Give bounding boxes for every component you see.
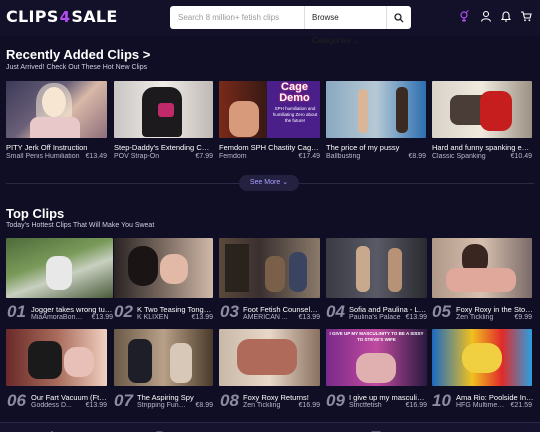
clip-category-link[interactable]: Stripping Fun & ... bbox=[137, 402, 187, 409]
rank-number: 02 bbox=[114, 302, 133, 321]
clip-category-link[interactable]: MiaAmoraBondage bbox=[31, 314, 85, 321]
chevron-down-icon: ⌄ bbox=[282, 179, 289, 186]
clip-price: €13.99 bbox=[405, 314, 427, 321]
clip-title-link[interactable]: The Aspiring Spy bbox=[137, 393, 213, 402]
search-button[interactable] bbox=[386, 6, 411, 29]
rank-number: 08 bbox=[220, 391, 239, 410]
search-input[interactable]: Search 8 million+ fetish clips bbox=[178, 6, 279, 29]
clip-title-link[interactable]: Foxy Roxy Returns! bbox=[243, 393, 320, 402]
clip-price: €13.99 bbox=[85, 402, 107, 409]
see-more-button[interactable]: See More ⌄ bbox=[239, 175, 299, 191]
clip-category-link[interactable]: AMERICAN ... bbox=[243, 314, 291, 321]
rank-number: 05 bbox=[432, 302, 451, 321]
clip-price: €8.99 bbox=[195, 402, 213, 409]
clip-title-link[interactable]: Foot Fetish Counselor... bbox=[243, 305, 320, 314]
thumbnail-overlay-title: Cage Demo bbox=[279, 81, 310, 104]
grid-icon[interactable] bbox=[370, 425, 382, 432]
search-icon[interactable] bbox=[262, 425, 274, 432]
clip-category-link[interactable]: POV Strap-On bbox=[114, 153, 186, 160]
clip-price: €13.99 bbox=[298, 314, 320, 321]
clip-price: €13.99 bbox=[191, 314, 213, 321]
clip-category-link[interactable]: Small Penis Humiliation bbox=[6, 153, 80, 160]
clip-price: €16.99 bbox=[405, 402, 427, 409]
clip-thumbnail[interactable] bbox=[432, 329, 532, 386]
clip-title-link[interactable]: I give up my masculini... bbox=[349, 393, 427, 402]
clip-thumbnail[interactable] bbox=[432, 81, 532, 138]
clip-category-link[interactable]: Ballbusting bbox=[326, 153, 398, 160]
clip-price: €16.99 bbox=[298, 402, 320, 409]
clip-category-link[interactable]: Classic Spanking bbox=[432, 153, 504, 160]
clip-title-link[interactable]: Sofia and Paulina - Le... bbox=[349, 305, 427, 314]
clip-title-link[interactable]: Our Fart Vacuum (Ft ... bbox=[31, 393, 107, 402]
home-icon[interactable] bbox=[46, 425, 58, 432]
rank-number: 07 bbox=[114, 391, 133, 410]
clip-price: €9.99 bbox=[514, 314, 532, 321]
clip-title-link[interactable]: Foxy Roxy in the Stocks bbox=[456, 305, 534, 314]
gender-icon[interactable] bbox=[457, 9, 471, 23]
top-header: CLIPS4SALE Search 8 million+ fetish clip… bbox=[0, 0, 540, 45]
menu-icon[interactable] bbox=[478, 425, 490, 432]
rank-number: 01 bbox=[7, 302, 26, 321]
clip-category-link[interactable]: Goddess D... bbox=[31, 402, 79, 409]
clip-thumbnail[interactable] bbox=[326, 81, 426, 138]
clip-category-link[interactable]: Zen Tickling bbox=[456, 314, 506, 321]
cart-icon[interactable] bbox=[519, 9, 533, 23]
clip-thumbnail[interactable] bbox=[114, 238, 213, 298]
rank-number: 10 bbox=[432, 391, 451, 410]
clip-thumbnail[interactable] bbox=[219, 238, 320, 298]
clip-price: €21.59 bbox=[510, 402, 532, 409]
clip-title-link[interactable]: K Two Teasing Tongue... bbox=[137, 305, 213, 314]
recently-added-heading[interactable]: Recently Added Clips > bbox=[6, 47, 150, 62]
clip-price: €13.49 bbox=[85, 153, 107, 160]
clip-title-link[interactable]: PITY Jerk Off Instruction bbox=[6, 143, 106, 152]
clip-category-link[interactable]: Strictfetish bbox=[349, 402, 399, 409]
clip-title-link[interactable]: Step-Daddy's Extending Cock ... bbox=[114, 143, 213, 152]
chevron-down-icon: ⌄ bbox=[352, 38, 359, 45]
thumbnail-overlay-text: SPH humiliation and humiliating Zero abo… bbox=[272, 106, 318, 123]
rank-number: 09 bbox=[326, 391, 345, 410]
search-icon bbox=[394, 12, 404, 22]
clip-category-link[interactable]: K KLIXEN bbox=[137, 314, 185, 321]
clip-thumbnail[interactable] bbox=[114, 81, 213, 138]
site-logo[interactable]: CLIPS4SALE bbox=[6, 7, 118, 27]
clip-thumbnail[interactable] bbox=[326, 238, 427, 298]
user-icon[interactable] bbox=[479, 9, 493, 23]
clip-thumbnail[interactable] bbox=[432, 238, 532, 298]
search-bar: Search 8 million+ fetish clips Browse Ca… bbox=[170, 6, 411, 45]
clip-thumbnail[interactable] bbox=[6, 329, 107, 386]
clip-price: €17.49 bbox=[298, 153, 320, 160]
clip-price: €10.49 bbox=[510, 153, 532, 160]
rank-number: 03 bbox=[220, 302, 239, 321]
tag-icon[interactable] bbox=[155, 425, 167, 432]
clip-price: €8.99 bbox=[408, 153, 426, 160]
bottom-nav bbox=[0, 422, 540, 432]
clip-title-link[interactable]: Femdom SPH Chastity Cage ... bbox=[219, 143, 320, 152]
clip-category-link[interactable]: Zen Tickling bbox=[243, 402, 291, 409]
thumbnail-overlay-text: I GIVE UP MY MASCULINITY TO BE A SISSY T… bbox=[329, 331, 424, 342]
clip-title-link[interactable]: Hard and funny spanking eac... bbox=[432, 143, 532, 152]
clip-thumbnail[interactable] bbox=[6, 81, 107, 138]
recently-added-subtitle: Just Arrived! Check Out These Hot New Cl… bbox=[6, 64, 148, 71]
rank-number: 06 bbox=[7, 391, 26, 410]
clip-title-link[interactable]: The price of my pussy bbox=[326, 143, 426, 152]
rank-number: 04 bbox=[326, 302, 345, 321]
top-clips-subtitle: Today's Hottest Clips That Will Make You… bbox=[6, 222, 155, 229]
top-clips-heading: Top Clips bbox=[6, 206, 65, 221]
clip-price: €13.99 bbox=[91, 314, 113, 321]
clip-category-link[interactable]: Femdom bbox=[219, 153, 291, 160]
clip-thumbnail[interactable]: I GIVE UP MY MASCULINITY TO BE A SISSY T… bbox=[326, 329, 427, 386]
clip-thumbnail[interactable] bbox=[6, 238, 113, 298]
bell-icon[interactable] bbox=[499, 9, 513, 23]
clip-thumbnail[interactable] bbox=[114, 329, 213, 386]
clip-price: €7.99 bbox=[195, 153, 213, 160]
clip-title-link[interactable]: Ama Rio: Poolside Infl... bbox=[456, 393, 534, 402]
clip-category-link[interactable]: HFG Multimedia bbox=[456, 402, 506, 409]
browse-categories-dropdown[interactable]: Browse Categories ⌄ bbox=[304, 6, 386, 45]
clip-thumbnail[interactable]: Cage Demo SPH humiliation and humiliatin… bbox=[219, 81, 320, 138]
clip-category-link[interactable]: Paulina's Palace bbox=[349, 314, 401, 321]
clip-thumbnail[interactable] bbox=[219, 329, 320, 386]
clip-title-link[interactable]: Jogger takes wrong turn... bbox=[31, 305, 113, 314]
